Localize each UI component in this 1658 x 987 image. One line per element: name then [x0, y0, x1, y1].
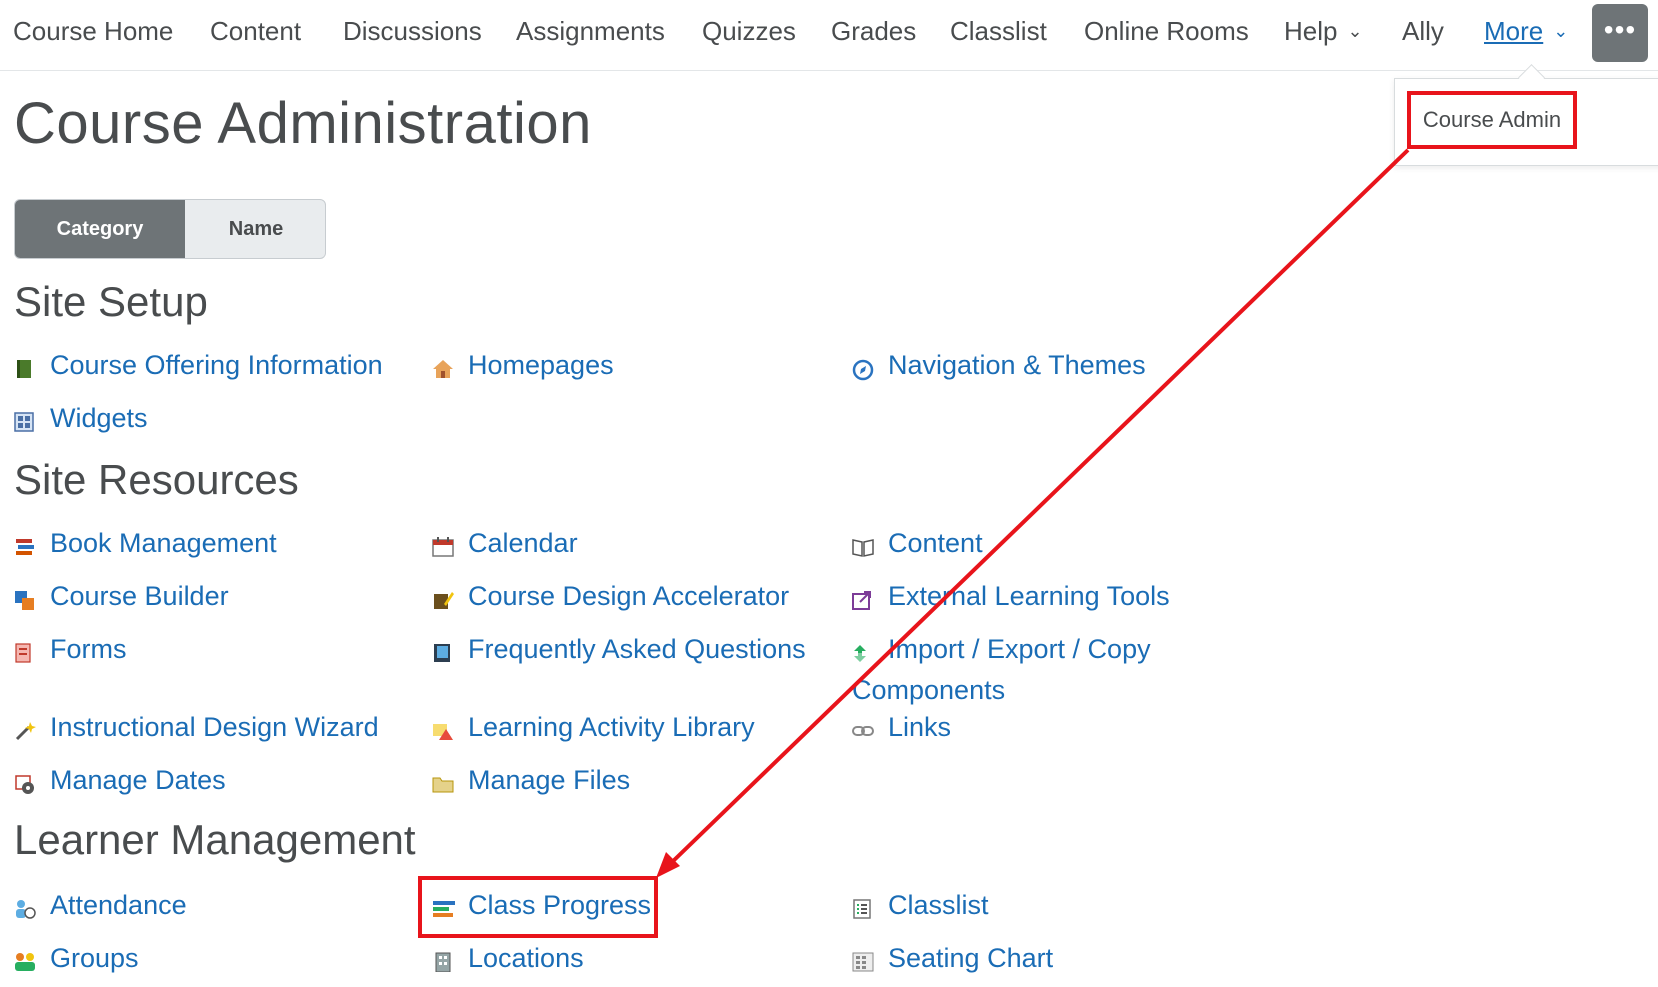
link-label: Seating Chart: [888, 943, 1054, 973]
nav-more[interactable]: More ⌄: [1484, 16, 1568, 47]
link-content[interactable]: Content: [852, 528, 983, 559]
chain-link-icon: [852, 721, 874, 741]
link-attendance[interactable]: Attendance: [14, 890, 187, 921]
faq-icon: [432, 643, 452, 663]
link-label: Manage Files: [468, 765, 631, 795]
link-label: Manage Dates: [50, 765, 226, 795]
nav-online-rooms[interactable]: Online Rooms: [1084, 16, 1249, 47]
view-toggle: Category Name: [14, 199, 326, 259]
link-label: Calendar: [468, 528, 578, 558]
link-class-progress[interactable]: Class Progress: [432, 890, 651, 921]
nav-classlist[interactable]: Classlist: [950, 16, 1047, 47]
overflow-menu-button[interactable]: •••: [1592, 4, 1648, 62]
house-icon: [432, 359, 453, 379]
link-label: Homepages: [468, 350, 614, 380]
link-instructional-design-wizard[interactable]: Instructional Design Wizard: [14, 712, 379, 743]
link-label: Frequently Asked Questions: [468, 634, 806, 664]
link-faq[interactable]: Frequently Asked Questions: [432, 634, 806, 665]
link-label-line2: Components: [852, 675, 1006, 705]
gear-calendar-icon: [14, 774, 34, 794]
link-label: Links: [888, 712, 952, 742]
attendance-icon: [14, 899, 36, 919]
seating-grid-icon: [852, 952, 874, 972]
link-import-export-copy[interactable]: Import / Export / Copy Components: [852, 634, 1151, 706]
page-title: Course Administration: [14, 91, 592, 156]
widget-grid-icon: [14, 412, 34, 432]
compass-icon: [852, 359, 874, 381]
section-title-site-resources: Site Resources: [14, 456, 299, 503]
link-groups[interactable]: Groups: [14, 943, 139, 974]
nav-assignments[interactable]: Assignments: [516, 16, 665, 47]
wand-icon: [14, 721, 36, 741]
chevron-down-icon: ⌄: [1553, 21, 1569, 41]
link-course-builder[interactable]: Course Builder: [14, 581, 229, 612]
link-label: Course Builder: [50, 581, 229, 611]
calendar-icon: [432, 537, 454, 557]
activity-library-icon: [432, 721, 453, 741]
link-label: Widgets: [50, 403, 148, 433]
nav-help-label: Help: [1284, 16, 1338, 46]
section-title-site-setup: Site Setup: [14, 278, 208, 325]
nav-grades[interactable]: Grades: [831, 16, 916, 47]
link-navigation-themes[interactable]: Navigation & Themes: [852, 350, 1146, 381]
link-label: Course Offering Information: [50, 350, 383, 380]
link-label: External Learning Tools: [888, 581, 1170, 611]
link-external-learning-tools[interactable]: External Learning Tools: [852, 581, 1170, 612]
link-label: Instructional Design Wizard: [50, 712, 379, 742]
progress-bars-icon: [432, 899, 455, 919]
nav-quizzes[interactable]: Quizzes: [702, 16, 796, 47]
nav-content[interactable]: Content: [210, 16, 301, 47]
forms-icon: [14, 643, 34, 663]
open-book-icon: [852, 537, 874, 557]
nav-discussions[interactable]: Discussions: [343, 16, 482, 47]
link-label: Import / Export / Copy: [888, 634, 1151, 664]
link-links[interactable]: Links: [852, 712, 951, 743]
link-label: Content: [888, 528, 983, 558]
link-label: Classlist: [888, 890, 989, 920]
building-icon: [432, 952, 452, 973]
link-label: Navigation & Themes: [888, 350, 1146, 380]
pencil-book-icon: [432, 590, 454, 610]
chevron-down-icon: ⌄: [1347, 21, 1363, 41]
import-export-icon: [852, 643, 872, 663]
external-tool-icon: [852, 590, 872, 610]
link-book-management[interactable]: Book Management: [14, 528, 277, 559]
section-title-learner-management: Learner Management: [14, 816, 416, 863]
link-forms[interactable]: Forms: [14, 634, 127, 665]
link-manage-dates[interactable]: Manage Dates: [14, 765, 226, 796]
book-green-icon: [14, 359, 34, 379]
link-label: Book Management: [50, 528, 277, 558]
link-calendar[interactable]: Calendar: [432, 528, 578, 559]
group-icon: [14, 952, 35, 972]
ellipsis-icon: •••: [1603, 14, 1637, 45]
nav-ally[interactable]: Ally: [1402, 16, 1444, 47]
link-label: Forms: [50, 634, 127, 664]
link-label: Class Progress: [468, 890, 652, 920]
link-manage-files[interactable]: Manage Files: [432, 765, 630, 796]
blocks-icon: [14, 590, 34, 610]
link-course-design-accelerator[interactable]: Course Design Accelerator: [432, 581, 789, 612]
toggle-name-button[interactable]: Name: [185, 200, 325, 258]
link-widgets[interactable]: Widgets: [14, 403, 148, 434]
link-classlist[interactable]: Classlist: [852, 890, 989, 921]
link-course-offering-information[interactable]: Course Offering Information: [14, 350, 383, 381]
link-seating-chart[interactable]: Seating Chart: [852, 943, 1053, 974]
link-label: Attendance: [50, 890, 187, 920]
nav-course-home[interactable]: Course Home: [13, 16, 173, 47]
link-homepages[interactable]: Homepages: [432, 350, 614, 381]
nav-more-label: More: [1484, 16, 1544, 46]
link-label: Course Design Accelerator: [468, 581, 790, 611]
list-icon: [852, 899, 872, 919]
link-learning-activity-library[interactable]: Learning Activity Library: [432, 712, 755, 743]
course-navbar: Course Home Content Discussions Assignme…: [0, 0, 1658, 71]
link-label: Locations: [468, 943, 584, 973]
link-label: Groups: [50, 943, 139, 973]
nav-help[interactable]: Help ⌄: [1284, 16, 1363, 47]
folder-icon: [432, 774, 454, 794]
link-locations[interactable]: Locations: [432, 943, 584, 974]
books-stack-icon: [14, 537, 34, 557]
toggle-category-button[interactable]: Category: [15, 200, 185, 258]
dropdown-item-course-admin[interactable]: Course Admin: [1407, 91, 1577, 149]
link-label: Learning Activity Library: [468, 712, 755, 742]
